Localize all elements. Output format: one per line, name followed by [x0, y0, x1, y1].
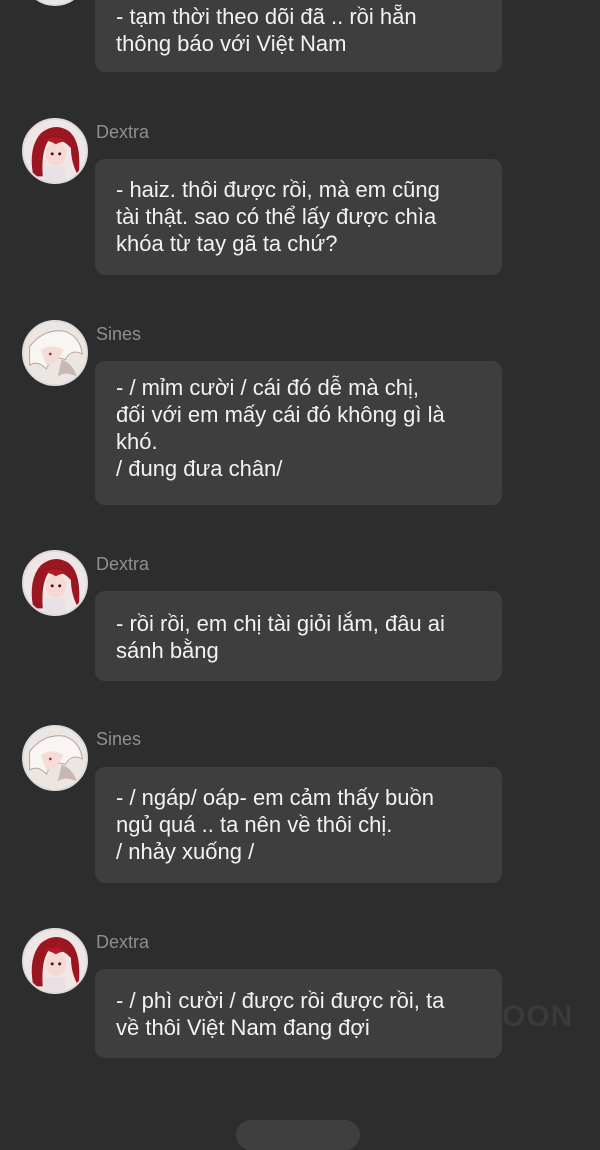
- red-hair-avatar-icon: [24, 552, 86, 614]
- message-line: - tạm thời theo dõi đã .. rồi hẵn: [116, 4, 417, 29]
- message-bubble: - haiz. thôi được rồi, mà em cũng tài th…: [95, 159, 502, 275]
- message-line: - haiz. thôi được rồi, mà em cũng: [116, 177, 440, 202]
- white-hair-avatar-icon: [24, 0, 86, 4]
- message-line: về thôi Việt Nam đang đợi: [116, 1015, 370, 1040]
- message-line: / đung đưa chân/: [116, 456, 283, 481]
- avatar[interactable]: [22, 550, 88, 616]
- sender-name: Dextra: [96, 554, 150, 574]
- message-line: / nhảy xuống /: [116, 839, 255, 864]
- message-line: - / phì cười / được rồi được rồi, ta: [116, 988, 445, 1013]
- message-bubble: - / mỉm cười / cái đó dễ mà chị, đối với…: [95, 361, 502, 505]
- sender-name: Sines: [96, 324, 142, 344]
- message-bubble: - rồi rồi, em chị tài giỏi lắm, đâu ai s…: [95, 591, 502, 681]
- message-line: - / mỉm cười / cái đó dễ mà chị,: [116, 375, 420, 400]
- message-bubble: - tạm thời theo dõi đã .. rồi hẵn thông …: [95, 0, 502, 72]
- message-line: ngủ quá .. ta nên về thôi chị.: [116, 812, 393, 837]
- message-bubble: - / ngáp/ oáp- em cảm thấy buồn ngủ quá …: [95, 767, 502, 883]
- sender-name: Dextra: [96, 122, 150, 142]
- sender-name: Dextra: [96, 932, 150, 952]
- message-line: khóa từ tay gã ta chứ?: [116, 231, 338, 256]
- avatar[interactable]: [22, 320, 88, 386]
- white-hair-avatar-icon: [24, 322, 86, 384]
- avatar[interactable]: [22, 725, 88, 791]
- message-bubble: - / phì cười / được rồi được rồi, ta về …: [95, 969, 502, 1058]
- avatar[interactable]: [22, 928, 88, 994]
- red-hair-avatar-icon: [24, 120, 86, 182]
- message-line: tài thật. sao có thể lấy được chìa: [116, 204, 437, 229]
- message-line: sánh bằng: [116, 638, 219, 663]
- message-line: - rồi rồi, em chị tài giỏi lắm, đâu ai: [116, 611, 445, 636]
- watermark: OON: [502, 1000, 574, 1033]
- message-line: khó.: [116, 429, 158, 454]
- avatar[interactable]: [22, 118, 88, 184]
- avatar[interactable]: [22, 0, 88, 6]
- scroll-to-bottom-button[interactable]: [236, 1120, 360, 1150]
- sender-name: Sines: [96, 729, 142, 749]
- white-hair-avatar-icon: [24, 727, 86, 789]
- message-line: đối với em mấy cái đó không gì là: [116, 402, 445, 427]
- message-line: thông báo với Việt Nam: [116, 31, 347, 56]
- red-hair-avatar-icon: [24, 930, 86, 992]
- message-line: - / ngáp/ oáp- em cảm thấy buồn: [116, 785, 434, 810]
